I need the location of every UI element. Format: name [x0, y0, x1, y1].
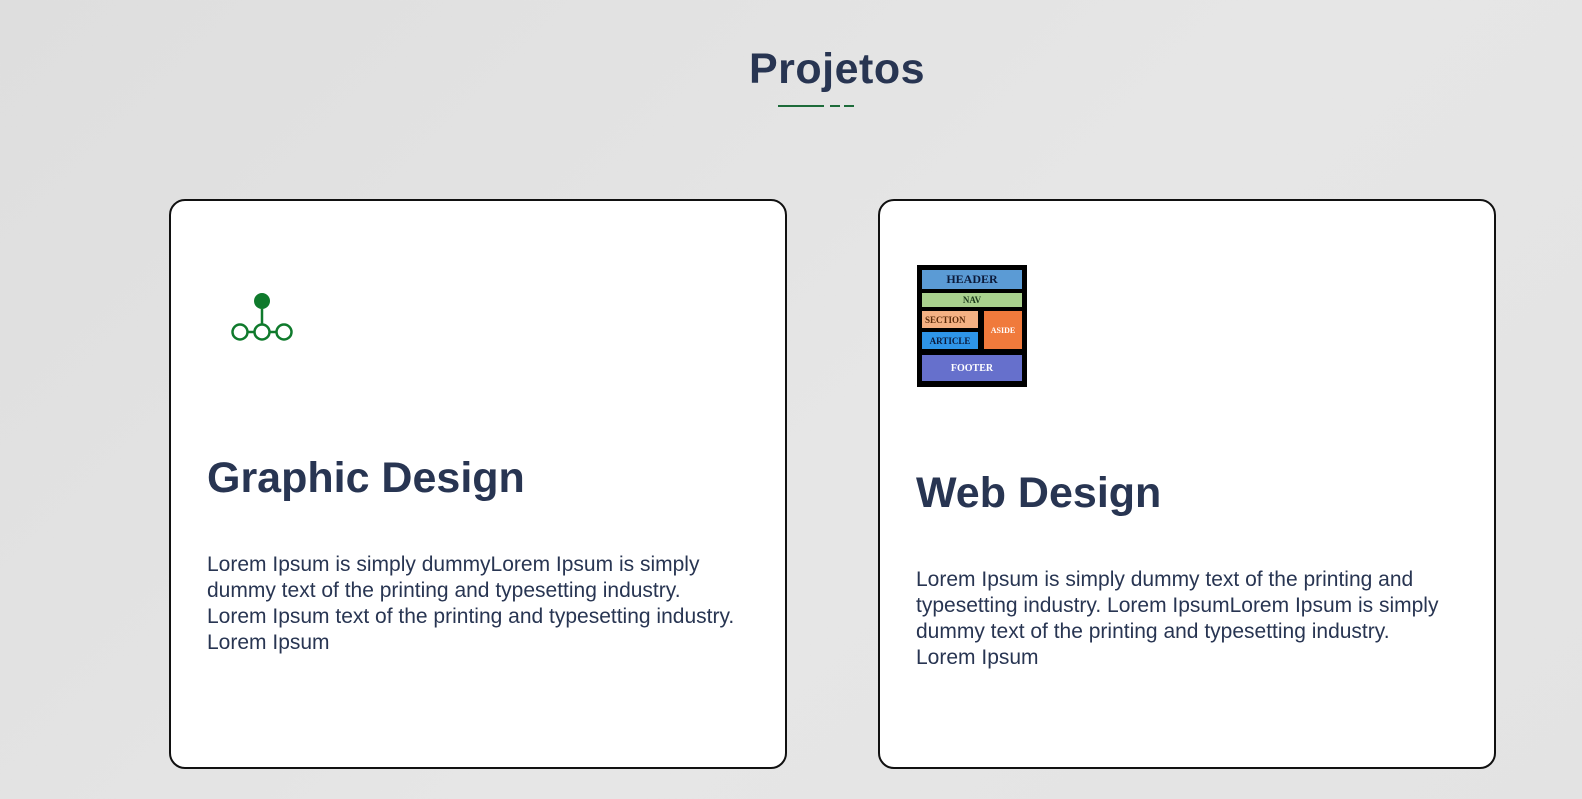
project-card-web-design[interactable]: HEADER NAV SECTION ARTICLE ASIDE FOOTER … [878, 199, 1496, 769]
project-card-graphic-design[interactable]: Graphic Design Lorem Ipsum is simply dum… [169, 199, 787, 769]
card-description: Lorem Ipsum is simply dummyLorem Ipsum i… [207, 553, 735, 654]
layout-nav-block: NAV [922, 293, 1022, 307]
layout-header-block: HEADER [922, 270, 1022, 289]
layout-section-block: SECTION [922, 311, 978, 328]
card-title: Web Design [916, 469, 1162, 517]
network-icon [231, 293, 293, 341]
layout-aside-block: ASIDE [984, 311, 1022, 349]
layout-article-block: ARTICLE [922, 332, 978, 349]
card-description: Lorem Ipsum is simply dummy text of the … [916, 568, 1439, 669]
web-layout-icon: HEADER NAV SECTION ARTICLE ASIDE FOOTER [917, 265, 1027, 387]
section-title: Projetos [748, 45, 926, 93]
card-title: Graphic Design [207, 454, 525, 502]
layout-footer-block: FOOTER [922, 355, 1022, 381]
title-underline [778, 105, 858, 107]
